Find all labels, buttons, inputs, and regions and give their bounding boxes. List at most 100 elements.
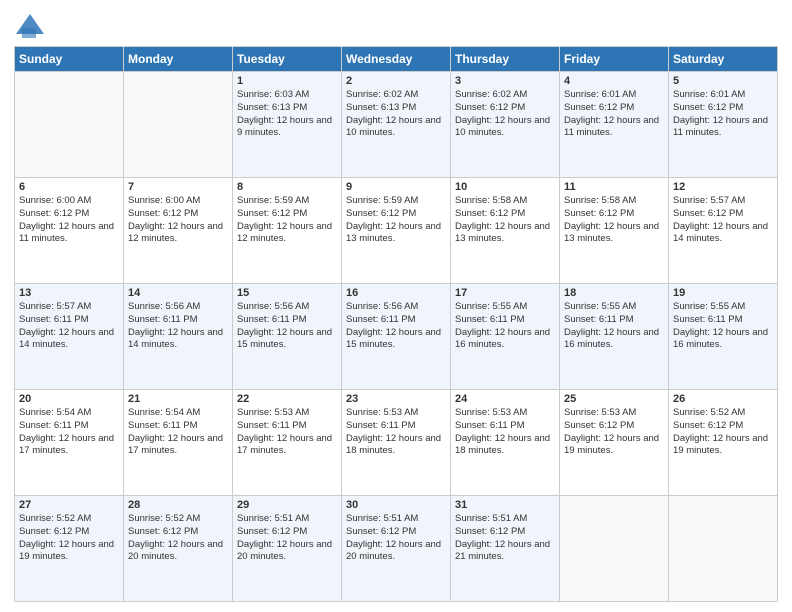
weekday-header-row: SundayMondayTuesdayWednesdayThursdayFrid… xyxy=(15,47,778,72)
day-info: Sunrise: 6:00 AM Sunset: 6:12 PM Dayligh… xyxy=(128,195,228,246)
day-info: Sunrise: 6:02 AM Sunset: 6:12 PM Dayligh… xyxy=(455,89,555,140)
day-number: 17 xyxy=(455,287,555,299)
day-number: 9 xyxy=(346,181,446,193)
day-cell: 15 Sunrise: 5:56 AM Sunset: 6:11 PM Dayli… xyxy=(233,284,342,390)
day-cell: 5 Sunrise: 6:01 AM Sunset: 6:12 PM Daylig… xyxy=(669,72,778,178)
day-cell: 1 Sunrise: 6:03 AM Sunset: 6:13 PM Daylig… xyxy=(233,72,342,178)
day-cell: 28 Sunrise: 5:52 AM Sunset: 6:12 PM Dayli… xyxy=(124,496,233,602)
day-info: Sunrise: 5:56 AM Sunset: 6:11 PM Dayligh… xyxy=(237,301,337,352)
day-cell: 22 Sunrise: 5:53 AM Sunset: 6:11 PM Dayli… xyxy=(233,390,342,496)
day-number: 22 xyxy=(237,393,337,405)
week-row-3: 20 Sunrise: 5:54 AM Sunset: 6:11 PM Dayli… xyxy=(15,390,778,496)
day-info: Sunrise: 5:53 AM Sunset: 6:11 PM Dayligh… xyxy=(237,407,337,458)
day-number: 12 xyxy=(673,181,773,193)
day-cell: 18 Sunrise: 5:55 AM Sunset: 6:11 PM Dayli… xyxy=(560,284,669,390)
day-cell: 3 Sunrise: 6:02 AM Sunset: 6:12 PM Daylig… xyxy=(451,72,560,178)
day-info: Sunrise: 5:54 AM Sunset: 6:11 PM Dayligh… xyxy=(19,407,119,458)
day-info: Sunrise: 5:51 AM Sunset: 6:12 PM Dayligh… xyxy=(237,513,337,564)
logo-icon xyxy=(16,14,44,38)
weekday-saturday: Saturday xyxy=(669,47,778,72)
day-cell: 20 Sunrise: 5:54 AM Sunset: 6:11 PM Dayli… xyxy=(15,390,124,496)
day-cell xyxy=(15,72,124,178)
day-info: Sunrise: 5:57 AM Sunset: 6:12 PM Dayligh… xyxy=(673,195,773,246)
day-info: Sunrise: 5:53 AM Sunset: 6:11 PM Dayligh… xyxy=(455,407,555,458)
day-cell: 29 Sunrise: 5:51 AM Sunset: 6:12 PM Dayli… xyxy=(233,496,342,602)
day-cell: 23 Sunrise: 5:53 AM Sunset: 6:11 PM Dayli… xyxy=(342,390,451,496)
day-info: Sunrise: 5:54 AM Sunset: 6:11 PM Dayligh… xyxy=(128,407,228,458)
weekday-thursday: Thursday xyxy=(451,47,560,72)
day-cell: 25Sunrise: 5:53 AM Sunset: 6:12 PM Dayli… xyxy=(560,390,669,496)
day-info: Sunrise: 5:51 AM Sunset: 6:12 PM Dayligh… xyxy=(346,513,446,564)
week-row-4: 27 Sunrise: 5:52 AM Sunset: 6:12 PM Dayli… xyxy=(15,496,778,602)
day-number: 14 xyxy=(128,287,228,299)
day-cell: 30 Sunrise: 5:51 AM Sunset: 6:12 PM Dayli… xyxy=(342,496,451,602)
day-cell: 19 Sunrise: 5:55 AM Sunset: 6:11 PM Dayli… xyxy=(669,284,778,390)
day-info: Sunrise: 5:55 AM Sunset: 6:11 PM Dayligh… xyxy=(564,301,664,352)
day-info: Sunrise: 5:56 AM Sunset: 6:11 PM Dayligh… xyxy=(128,301,228,352)
day-number: 20 xyxy=(19,393,119,405)
day-cell: 14 Sunrise: 5:56 AM Sunset: 6:11 PM Dayli… xyxy=(124,284,233,390)
day-cell: 11 Sunrise: 5:58 AM Sunset: 6:12 PM Dayli… xyxy=(560,178,669,284)
week-row-1: 6 Sunrise: 6:00 AM Sunset: 6:12 PM Daylig… xyxy=(15,178,778,284)
header xyxy=(14,10,778,38)
day-info: Sunrise: 5:55 AM Sunset: 6:11 PM Dayligh… xyxy=(673,301,773,352)
day-info: Sunrise: 5:52 AM Sunset: 6:12 PM Dayligh… xyxy=(128,513,228,564)
day-number: 7 xyxy=(128,181,228,193)
day-cell: 16Sunrise: 5:56 AM Sunset: 6:11 PM Dayli… xyxy=(342,284,451,390)
day-cell: 26 Sunrise: 5:52 AM Sunset: 6:12 PM Dayli… xyxy=(669,390,778,496)
day-cell: 21Sunrise: 5:54 AM Sunset: 6:11 PM Dayli… xyxy=(124,390,233,496)
day-info: Sunrise: 5:59 AM Sunset: 6:12 PM Dayligh… xyxy=(346,195,446,246)
day-cell xyxy=(669,496,778,602)
day-info: Sunrise: 5:59 AM Sunset: 6:12 PM Dayligh… xyxy=(237,195,337,246)
page: SundayMondayTuesdayWednesdayThursdayFrid… xyxy=(0,0,792,612)
day-cell: 27 Sunrise: 5:52 AM Sunset: 6:12 PM Dayli… xyxy=(15,496,124,602)
logo-area xyxy=(14,10,44,38)
day-number: 30 xyxy=(346,499,446,511)
day-number: 13 xyxy=(19,287,119,299)
day-number: 15 xyxy=(237,287,337,299)
weekday-friday: Friday xyxy=(560,47,669,72)
day-number: 6 xyxy=(19,181,119,193)
weekday-wednesday: Wednesday xyxy=(342,47,451,72)
day-info: Sunrise: 5:53 AM Sunset: 6:12 PM Dayligh… xyxy=(564,407,664,458)
week-row-0: 1 Sunrise: 6:03 AM Sunset: 6:13 PM Daylig… xyxy=(15,72,778,178)
day-cell: 31 Sunrise: 5:51 AM Sunset: 6:12 PM Dayli… xyxy=(451,496,560,602)
day-number: 23 xyxy=(346,393,446,405)
day-info: Sunrise: 5:52 AM Sunset: 6:12 PM Dayligh… xyxy=(19,513,119,564)
day-cell: 9 Sunrise: 5:59 AM Sunset: 6:12 PM Daylig… xyxy=(342,178,451,284)
day-info: Sunrise: 6:00 AM Sunset: 6:12 PM Dayligh… xyxy=(19,195,119,246)
day-info: Sunrise: 5:51 AM Sunset: 6:12 PM Dayligh… xyxy=(455,513,555,564)
day-number: 5 xyxy=(673,75,773,87)
day-info: Sunrise: 5:52 AM Sunset: 6:12 PM Dayligh… xyxy=(673,407,773,458)
day-cell: 8 Sunrise: 5:59 AM Sunset: 6:12 PM Daylig… xyxy=(233,178,342,284)
day-number: 29 xyxy=(237,499,337,511)
day-number: 31 xyxy=(455,499,555,511)
day-info: Sunrise: 6:03 AM Sunset: 6:13 PM Dayligh… xyxy=(237,89,337,140)
day-number: 18 xyxy=(564,287,664,299)
day-number: 8 xyxy=(237,181,337,193)
day-cell xyxy=(124,72,233,178)
day-info: Sunrise: 5:53 AM Sunset: 6:11 PM Dayligh… xyxy=(346,407,446,458)
day-number: 3 xyxy=(455,75,555,87)
week-row-2: 13 Sunrise: 5:57 AM Sunset: 6:11 PM Dayli… xyxy=(15,284,778,390)
day-info: Sunrise: 5:56 AM Sunset: 6:11 PM Dayligh… xyxy=(346,301,446,352)
weekday-monday: Monday xyxy=(124,47,233,72)
day-cell: 17Sunrise: 5:55 AM Sunset: 6:11 PM Dayli… xyxy=(451,284,560,390)
day-number: 26 xyxy=(673,393,773,405)
day-info: Sunrise: 6:01 AM Sunset: 6:12 PM Dayligh… xyxy=(564,89,664,140)
day-number: 1 xyxy=(237,75,337,87)
day-number: 19 xyxy=(673,287,773,299)
day-cell: 10Sunrise: 5:58 AM Sunset: 6:12 PM Dayli… xyxy=(451,178,560,284)
day-info: Sunrise: 5:57 AM Sunset: 6:11 PM Dayligh… xyxy=(19,301,119,352)
day-number: 11 xyxy=(564,181,664,193)
day-number: 28 xyxy=(128,499,228,511)
day-info: Sunrise: 6:01 AM Sunset: 6:12 PM Dayligh… xyxy=(673,89,773,140)
day-cell: 2Sunrise: 6:02 AM Sunset: 6:13 PM Daylig… xyxy=(342,72,451,178)
day-number: 27 xyxy=(19,499,119,511)
weekday-tuesday: Tuesday xyxy=(233,47,342,72)
day-info: Sunrise: 5:58 AM Sunset: 6:12 PM Dayligh… xyxy=(564,195,664,246)
day-info: Sunrise: 5:58 AM Sunset: 6:12 PM Dayligh… xyxy=(455,195,555,246)
day-cell: 13 Sunrise: 5:57 AM Sunset: 6:11 PM Dayli… xyxy=(15,284,124,390)
calendar-table: SundayMondayTuesdayWednesdayThursdayFrid… xyxy=(14,46,778,602)
day-cell: 4Sunrise: 6:01 AM Sunset: 6:12 PM Daylig… xyxy=(560,72,669,178)
